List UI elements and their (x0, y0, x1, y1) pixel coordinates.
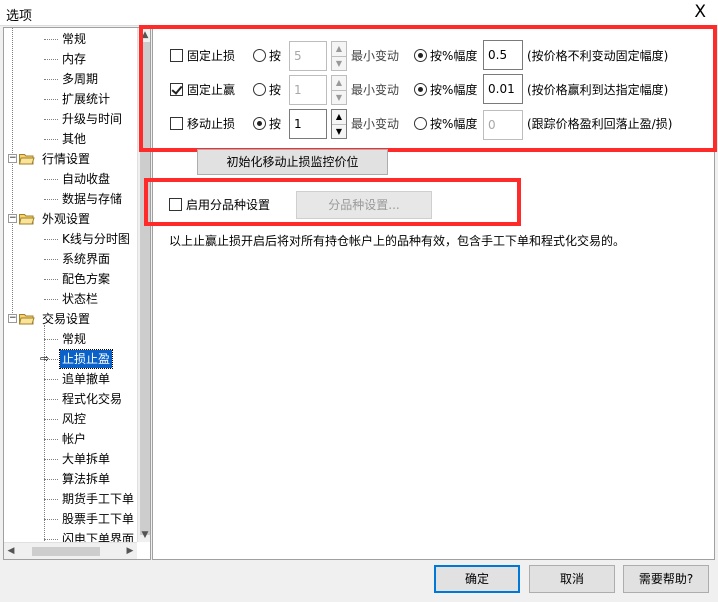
scroll-left-icon[interactable]: ◀ (4, 543, 18, 559)
help-button[interactable]: 需要帮助? (623, 565, 709, 593)
tree-item[interactable]: 配色方案 (4, 269, 136, 289)
tree-group[interactable]: − 行情设置 (4, 149, 136, 169)
tree-item[interactable]: 内存 (4, 49, 136, 69)
tree-item-label: 大单拆单 (62, 452, 111, 466)
tree-horizontal-scrollbar[interactable]: ◀ ▶ (4, 542, 137, 559)
tree-guide-line (44, 239, 58, 240)
tree-item-label: 自动收盘 (62, 172, 111, 186)
tree-guide-line (44, 459, 58, 460)
tree-guide-line (44, 259, 58, 260)
hscroll-thumb[interactable] (32, 547, 100, 556)
tree-item[interactable]: 自动收盘 (4, 169, 136, 189)
tree-item[interactable]: K线与分时图 (4, 229, 136, 249)
tree-item-label: 数据与存储 (62, 192, 123, 206)
tree-item[interactable]: 风控 (4, 409, 136, 429)
tree-item[interactable]: 追单撤单 (4, 369, 136, 389)
tree-item[interactable]: 程式化交易 (4, 389, 136, 409)
highlight-box-per-variety (144, 178, 521, 226)
tree-guide-line (44, 99, 58, 100)
settings-tree[interactable]: 常规 内存 多周期 扩展统计 升级与时间 其他 − 行情设置 自动收盘 数据与存储 − 外观设置 K线与… (3, 27, 151, 560)
tree-item[interactable]: 常规 (4, 329, 136, 349)
tree-guide-line (44, 419, 58, 420)
tree-item-label: 状态栏 (62, 292, 99, 306)
tree-item-label: 风控 (62, 412, 87, 426)
collapse-toggle-icon[interactable]: − (8, 214, 17, 223)
tree-guide-line (44, 59, 58, 60)
tree-item[interactable]: 期货手工下单 (4, 489, 136, 509)
tree-guide-line (44, 139, 58, 140)
tree-item-label: 外观设置 (42, 212, 91, 226)
tree-guide-line (44, 79, 58, 80)
tree-item-label: 升级与时间 (62, 112, 123, 126)
tree-rows: 常规 内存 多周期 扩展统计 升级与时间 其他 − 行情设置 自动收盘 数据与存储 − 外观设置 K线与… (4, 28, 136, 542)
ok-button[interactable]: 确定 (434, 565, 520, 593)
tree-item[interactable]: 其他 (4, 129, 136, 149)
tree-item[interactable]: 大单拆单 (4, 449, 136, 469)
tree-item[interactable]: 闪电下单界面 (4, 529, 136, 542)
tree-guide-line (44, 479, 58, 480)
title-bar: 选项 X (0, 0, 718, 26)
tree-item-label: 多周期 (62, 72, 99, 86)
tree-item[interactable]: 股票手工下单 (4, 509, 136, 529)
tree-item[interactable]: ⇨ 止损止盈 (4, 349, 136, 369)
scroll-down-icon[interactable]: ▼ (138, 528, 150, 542)
tree-guide-line (44, 379, 58, 380)
tree-item-label: 常规 (62, 32, 87, 46)
tree-item[interactable]: 状态栏 (4, 289, 136, 309)
tree-item-label: 程式化交易 (62, 392, 123, 406)
tree-guide-line (44, 279, 58, 280)
scroll-right-icon[interactable]: ▶ (123, 543, 137, 559)
tree-guide-line (44, 325, 45, 542)
tree-guide-line (44, 299, 58, 300)
window-title: 选项 (6, 9, 33, 24)
tree-item-label: 常规 (62, 332, 87, 346)
tree-item[interactable]: 升级与时间 (4, 109, 136, 129)
folder-open-icon (19, 214, 35, 225)
folder-open-icon (19, 314, 35, 325)
init-trailing-stop-button[interactable]: 初始化移动止损监控价位 (197, 149, 388, 175)
tree-item-label: 行情设置 (42, 152, 91, 166)
tree-item-label: 扩展统计 (62, 92, 111, 106)
tree-item-label: 闪电下单界面 (62, 532, 135, 542)
tree-item-label: 帐户 (62, 432, 87, 446)
highlight-box-stop-settings (139, 25, 717, 152)
tree-item-label: 止损止盈 (58, 349, 114, 369)
collapse-toggle-icon[interactable]: − (8, 154, 17, 163)
tree-item[interactable]: 数据与存储 (4, 189, 136, 209)
close-icon[interactable]: X (694, 2, 706, 22)
cancel-button[interactable]: 取消 (529, 565, 615, 593)
tree-guide-line (44, 439, 58, 440)
tree-item-label: 追单撤单 (62, 372, 111, 386)
tree-item-label: 内存 (62, 52, 87, 66)
tree-item[interactable]: 帐户 (4, 429, 136, 449)
tree-item[interactable]: 常规 (4, 29, 136, 49)
tree-item-label: 配色方案 (62, 272, 111, 286)
tree-item[interactable]: 多周期 (4, 69, 136, 89)
tree-group[interactable]: − 交易设置 (4, 309, 136, 329)
tree-guide-line (44, 519, 58, 520)
tree-item-label: K线与分时图 (62, 232, 130, 246)
tree-guide-line (44, 499, 58, 500)
tree-guide-line (44, 119, 58, 120)
tree-item-label: 期货手工下单 (62, 492, 135, 506)
tree-group[interactable]: − 外观设置 (4, 209, 136, 229)
tree-item-label: 其他 (62, 132, 87, 146)
tree-guide-line (44, 199, 58, 200)
tree-item[interactable]: 扩展统计 (4, 89, 136, 109)
folder-open-icon (19, 154, 35, 165)
tree-item-label: 股票手工下单 (62, 512, 135, 526)
collapse-toggle-icon[interactable]: − (8, 314, 17, 323)
tree-guide-line (44, 339, 58, 340)
tree-item[interactable]: 系统界面 (4, 249, 136, 269)
tree-item[interactable]: 算法拆单 (4, 469, 136, 489)
tree-item-label: 系统界面 (62, 252, 111, 266)
tree-guide-line (44, 39, 58, 40)
info-text: 以上止赢止损开启后将对所有持仓帐户上的品种有效，包含手工下单和程式化交易的。 (169, 234, 626, 248)
tree-item-label: 算法拆单 (62, 472, 111, 486)
stop-loss-panel: 固定止损 按 5 ▲ ▼ 最小变动 按%幅度 0.5 (按价格不利变动固定幅度) … (139, 25, 717, 560)
tree-guide-line (44, 399, 58, 400)
tree-item-label: 交易设置 (42, 312, 91, 326)
tree-guide-line (44, 539, 58, 540)
tree-guide-line (44, 179, 58, 180)
